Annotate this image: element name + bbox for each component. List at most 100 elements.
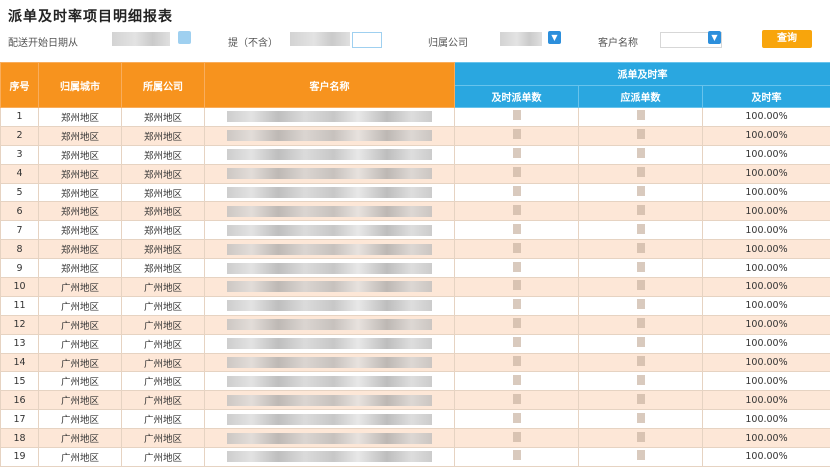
cell-company: 郑州地区 — [122, 145, 205, 164]
redacted-block — [227, 338, 431, 349]
chevron-down-icon[interactable]: ▼ — [708, 31, 721, 44]
table-row[interactable]: 3郑州地区郑州地区100.00% — [1, 145, 830, 164]
cell-col1 — [455, 315, 579, 334]
redacted-block — [637, 205, 645, 215]
redacted-block — [637, 318, 645, 328]
redacted-block — [637, 167, 645, 177]
table-row[interactable]: 6郑州地区郑州地区100.00% — [1, 202, 830, 221]
cell-rate: 100.00% — [703, 202, 830, 221]
redacted-block — [513, 262, 521, 272]
cell-rate: 100.00% — [703, 278, 830, 297]
cell-rate: 100.00% — [703, 353, 830, 372]
cell-rate: 100.00% — [703, 315, 830, 334]
redacted-block — [637, 262, 645, 272]
table-row[interactable]: 11广州地区广州地区100.00% — [1, 296, 830, 315]
redacted-block — [637, 356, 645, 366]
cell-seq: 2 — [1, 126, 39, 145]
status-label: 提（不含） — [228, 34, 278, 49]
redacted-block — [637, 337, 645, 347]
cell-region: 郑州地区 — [39, 221, 122, 240]
table-row[interactable]: 12广州地区广州地区100.00% — [1, 315, 830, 334]
cell-rate: 100.00% — [703, 183, 830, 202]
start-date-input[interactable] — [112, 32, 170, 46]
cell-col2 — [579, 372, 703, 391]
cell-customer — [205, 334, 455, 353]
cell-seq: 13 — [1, 334, 39, 353]
cell-region: 郑州地区 — [39, 240, 122, 259]
redacted-block — [637, 280, 645, 290]
table-row[interactable]: 8郑州地区郑州地区100.00% — [1, 240, 830, 259]
cell-customer — [205, 164, 455, 183]
redacted-block — [513, 432, 521, 442]
cell-seq: 3 — [1, 145, 39, 164]
company-select[interactable] — [500, 32, 542, 46]
cell-region: 郑州地区 — [39, 145, 122, 164]
cell-region: 广州地区 — [39, 391, 122, 410]
cell-seq: 4 — [1, 164, 39, 183]
cell-customer — [205, 108, 455, 127]
cell-rate: 100.00% — [703, 221, 830, 240]
redacted-block — [637, 110, 645, 120]
cell-seq: 11 — [1, 296, 39, 315]
header-company: 所属公司 — [122, 63, 205, 108]
cell-col1 — [455, 108, 579, 127]
cell-seq: 16 — [1, 391, 39, 410]
table-row[interactable]: 1郑州地区郑州地区100.00% — [1, 108, 830, 127]
cell-seq: 8 — [1, 240, 39, 259]
redacted-block — [637, 243, 645, 253]
redacted-block — [637, 186, 645, 196]
cell-region: 广州地区 — [39, 315, 122, 334]
start-date-label: 配送开始日期从 — [8, 34, 78, 49]
redacted-block — [513, 394, 521, 404]
header-group: 派单及时率 — [455, 63, 830, 86]
table-row[interactable]: 9郑州地区郑州地区100.00% — [1, 259, 830, 278]
cell-seq: 1 — [1, 108, 39, 127]
table-row[interactable]: 2郑州地区郑州地区100.00% — [1, 126, 830, 145]
status-picker[interactable] — [352, 32, 382, 48]
cell-col1 — [455, 164, 579, 183]
cell-rate: 100.00% — [703, 429, 830, 448]
status-input[interactable] — [290, 32, 350, 46]
cell-customer — [205, 296, 455, 315]
cell-seq: 5 — [1, 183, 39, 202]
table-row[interactable]: 14广州地区广州地区100.00% — [1, 353, 830, 372]
cell-col1 — [455, 429, 579, 448]
redacted-block — [513, 243, 521, 253]
header-col1: 及时派单数 — [455, 85, 579, 108]
redacted-block — [227, 111, 431, 122]
cell-region: 广州地区 — [39, 372, 122, 391]
redacted-block — [637, 450, 645, 460]
cell-company: 郑州地区 — [122, 240, 205, 259]
table-row[interactable]: 7郑州地区郑州地区100.00% — [1, 221, 830, 240]
cell-seq: 18 — [1, 429, 39, 448]
cell-region: 郑州地区 — [39, 126, 122, 145]
table-row[interactable]: 18广州地区广州地区100.00% — [1, 429, 830, 448]
redacted-block — [513, 167, 521, 177]
table-row[interactable]: 15广州地区广州地区100.00% — [1, 372, 830, 391]
cell-region: 广州地区 — [39, 353, 122, 372]
cell-company: 广州地区 — [122, 315, 205, 334]
table-row[interactable]: 17广州地区广州地区100.00% — [1, 410, 830, 429]
table-row[interactable]: 10广州地区广州地区100.00% — [1, 278, 830, 297]
cell-region: 郑州地区 — [39, 164, 122, 183]
cell-customer — [205, 183, 455, 202]
table-row[interactable]: 13广州地区广州地区100.00% — [1, 334, 830, 353]
query-button[interactable]: 查询 — [762, 30, 812, 48]
table-row[interactable]: 16广州地区广州地区100.00% — [1, 391, 830, 410]
redacted-block — [637, 224, 645, 234]
table-row[interactable]: 4郑州地区郑州地区100.00% — [1, 164, 830, 183]
cell-rate: 100.00% — [703, 259, 830, 278]
redacted-block — [227, 451, 431, 462]
table-row[interactable]: 5郑州地区郑州地区100.00% — [1, 183, 830, 202]
cell-rate: 100.00% — [703, 164, 830, 183]
chevron-down-icon[interactable]: ▼ — [548, 31, 561, 44]
cell-col2 — [579, 108, 703, 127]
calendar-icon[interactable] — [178, 31, 191, 44]
cell-col1 — [455, 353, 579, 372]
redacted-block — [227, 149, 431, 160]
redacted-block — [513, 224, 521, 234]
redacted-block — [513, 356, 521, 366]
cell-rate: 100.00% — [703, 334, 830, 353]
cell-col1 — [455, 391, 579, 410]
cell-seq: 9 — [1, 259, 39, 278]
